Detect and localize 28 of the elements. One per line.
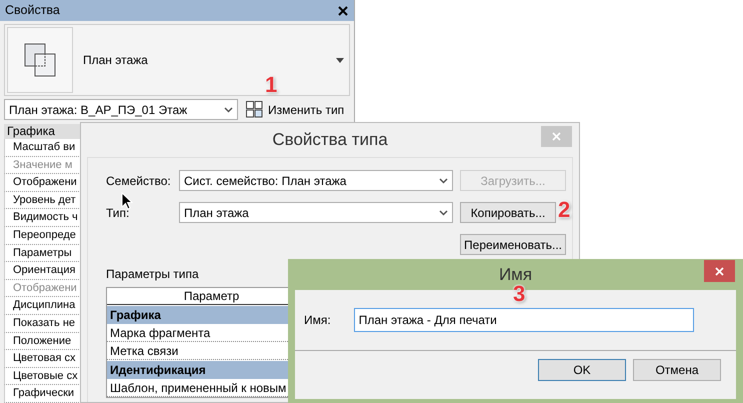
type-name: План этажа xyxy=(83,52,149,69)
chevron-down-icon xyxy=(439,210,448,216)
edit-type-button[interactable]: Изменить тип xyxy=(246,100,344,118)
close-button[interactable] xyxy=(704,260,735,282)
instance-dropdown[interactable]: План этажа: В_АР_ПЭ_01 Этаж xyxy=(4,99,238,120)
chevron-down-icon xyxy=(224,106,233,112)
close-icon xyxy=(552,132,561,141)
dropdown-arrow-icon xyxy=(336,58,344,62)
family-dropdown[interactable]: Сист. семейство: План этажа xyxy=(179,170,453,191)
dialog-button[interactable]: Копировать... xyxy=(460,202,556,223)
panel-title: Свойства xyxy=(5,2,60,20)
edit-type-icon xyxy=(246,101,263,118)
close-icon[interactable] xyxy=(338,6,348,16)
close-icon xyxy=(715,266,724,276)
type-dropdown[interactable]: План этажа xyxy=(179,202,453,223)
step-number: 3 xyxy=(513,283,526,305)
chevron-down-icon xyxy=(439,178,448,184)
step-number: 2 xyxy=(558,199,570,221)
field-label: Имя: xyxy=(304,312,331,329)
mouse-cursor-icon xyxy=(121,192,133,210)
field-label: Семейство: xyxy=(106,172,172,190)
step-number: 1 xyxy=(265,74,278,96)
floor-plan-icon xyxy=(24,43,56,77)
dialog-title: Имя xyxy=(498,264,532,286)
dialog-button[interactable]: OK xyxy=(538,359,626,381)
dialog-button[interactable]: Отмена xyxy=(633,359,721,381)
dialog-button[interactable]: Переименовать... xyxy=(460,234,566,255)
name-input[interactable]: План этажа - Для печати xyxy=(354,308,694,332)
